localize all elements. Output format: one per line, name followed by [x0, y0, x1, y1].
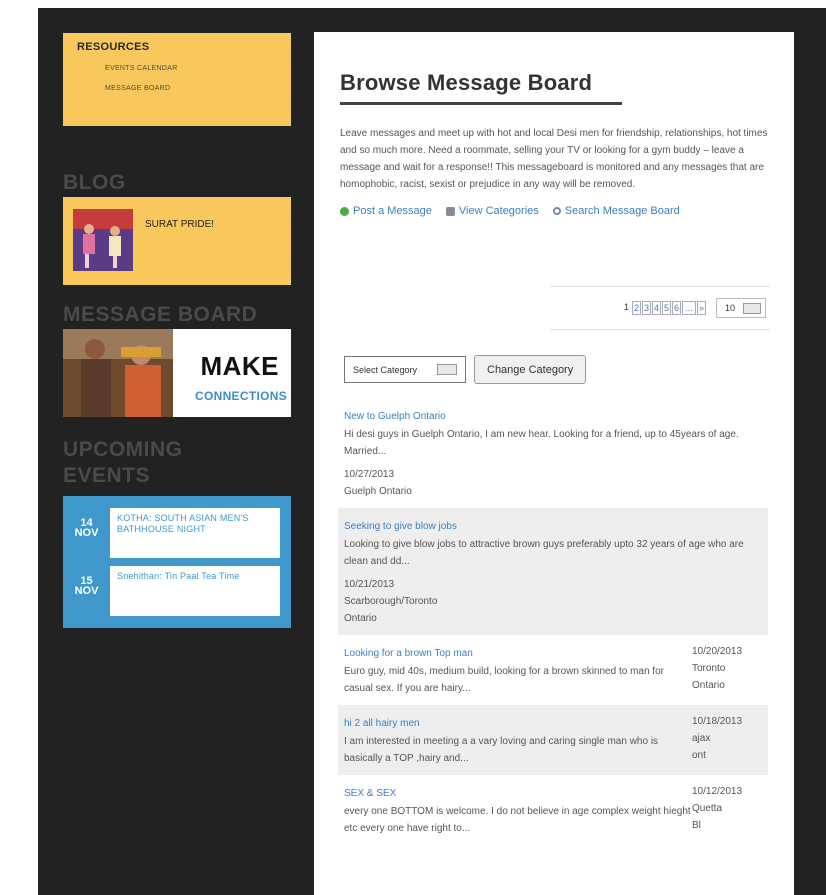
message-meta: 10/20/2013 Toronto Ontario: [692, 643, 762, 697]
intro-text: Leave messages and meet up with hot and …: [340, 128, 768, 190]
message-meta: 10/27/2013 Guelph Ontario: [344, 466, 762, 500]
message-meta: 10/21/2013 Scarborough/Toronto Ontario: [344, 576, 762, 627]
page-next[interactable]: »: [697, 301, 706, 315]
message-title[interactable]: New to Guelph Ontario: [344, 411, 446, 422]
message-location: Quetta: [692, 803, 723, 814]
message-location: ajax: [692, 733, 711, 744]
message-date: 10/12/2013: [692, 786, 743, 797]
blog-post-link[interactable]: SURAT PRIDE!: [145, 219, 214, 230]
message-board-heading: MESSAGE BOARD: [63, 303, 258, 326]
message-title[interactable]: SEX & SEX: [344, 788, 396, 799]
page-6[interactable]: 6: [672, 301, 681, 315]
message-date: 10/20/2013: [692, 646, 743, 657]
message-item: SEX & SEX every one BOTTOM is welcome. I…: [338, 775, 768, 845]
page-5[interactable]: 5: [662, 301, 671, 315]
message-region: Ontario: [692, 680, 725, 691]
message-excerpt: every one BOTTOM is welcome. I do not be…: [344, 806, 691, 834]
event-month: NOV: [74, 585, 99, 597]
title-underline: [340, 102, 622, 105]
search-icon: [552, 207, 561, 215]
per-page-value: 10: [725, 303, 736, 313]
upcoming-events-heading: UPCOMING EVENTS: [63, 437, 291, 489]
message-main: SEX & SEX every one BOTTOM is welcome. I…: [344, 783, 692, 837]
search-board-label: Search Message Board: [564, 205, 680, 217]
sidebar: RESOURCES EVENTS CALENDAR MESSAGE BOARD …: [63, 33, 291, 628]
message-item: hi 2 all hairy men I am interested in me…: [338, 705, 768, 775]
blog-thumbnail[interactable]: [73, 209, 133, 271]
search-board-link[interactable]: Search Message Board: [552, 205, 680, 217]
events-box: 14 NOV KOTHA: SOUTH ASIAN MEN'S BATHHOUS…: [63, 496, 291, 628]
event-month: NOV: [74, 527, 99, 539]
banner-title: MAKE: [200, 351, 279, 381]
dropdown-icon: [743, 303, 761, 314]
page-ellipsis[interactable]: ...: [682, 301, 696, 315]
message-board-link[interactable]: MESSAGE BOARD: [105, 85, 277, 92]
page-title: Browse Message Board: [340, 70, 593, 95]
message-date: 10/21/2013: [344, 579, 395, 590]
event-title[interactable]: KOTHA: SOUTH ASIAN MEN'S BATHHOUSE NIGHT: [110, 508, 280, 558]
list-icon: [445, 206, 455, 216]
events-heading-line-2: EVENTS: [63, 464, 151, 487]
events-heading-line-1: UPCOMING: [63, 438, 183, 461]
message-title[interactable]: Seeking to give blow jobs: [344, 521, 457, 532]
message-region: ont: [692, 750, 706, 761]
resources-box: RESOURCES EVENTS CALENDAR MESSAGE BOARD: [63, 33, 291, 126]
view-categories-link[interactable]: View Categories: [445, 205, 539, 217]
message-item: Looking for a brown Top man Euro guy, mi…: [338, 635, 768, 705]
event-item[interactable]: 15 NOV Snehithan: Tin Paal Tea Time: [63, 566, 281, 616]
message-date: 10/18/2013: [692, 716, 743, 727]
per-page-select[interactable]: 10: [716, 298, 766, 318]
event-item[interactable]: 14 NOV KOTHA: SOUTH ASIAN MEN'S BATHHOUS…: [63, 508, 281, 558]
message-excerpt: I am interested in meeting a a vary lovi…: [344, 736, 659, 764]
view-categories-label: View Categories: [458, 205, 539, 217]
banner-photo: [63, 329, 173, 417]
dropdown-icon: [437, 364, 457, 375]
resources-title: RESOURCES: [77, 41, 150, 53]
message-title[interactable]: Looking for a brown Top man: [344, 648, 473, 659]
pagination-bar: 1 2 3 4 5 6 ... » 10: [550, 286, 770, 330]
plus-circle-icon: [340, 206, 349, 216]
message-title[interactable]: hi 2 all hairy men: [344, 718, 420, 729]
page-1[interactable]: 1: [622, 301, 631, 315]
board-actions: Post a Message View Categories Search Me…: [340, 205, 770, 217]
message-item: Seeking to give blow jobs Looking to giv…: [338, 508, 768, 635]
message-excerpt: Looking to give blow jobs to attractive …: [344, 539, 744, 567]
message-excerpt: Hi desi guys in Guelph Ontario, I am new…: [344, 429, 739, 457]
post-message-link[interactable]: Post a Message: [340, 205, 432, 217]
message-meta: 10/12/2013 Quetta Bl: [692, 783, 762, 837]
event-title[interactable]: Snehithan: Tin Paal Tea Time: [110, 566, 280, 616]
blog-heading: BLOG: [63, 171, 126, 194]
message-meta: 10/18/2013 ajax ont: [692, 713, 762, 767]
message-region: Bl: [692, 820, 701, 831]
message-location: Toronto: [692, 663, 726, 674]
message-date: 10/27/2013: [344, 469, 395, 480]
message-list: New to Guelph Ontario Hi desi guys in Gu…: [338, 398, 768, 845]
page-3[interactable]: 3: [642, 301, 651, 315]
make-connections-banner[interactable]: MAKE CONNECTIONS: [63, 329, 291, 417]
message-region: Ontario: [344, 613, 377, 624]
blog-box: SURAT PRIDE!: [63, 197, 291, 285]
main-content: Browse Message Board Leave messages and …: [314, 32, 794, 895]
message-location: Scarborough/Toronto: [344, 596, 438, 607]
message-main: Looking for a brown Top man Euro guy, mi…: [344, 643, 692, 697]
message-main: hi 2 all hairy men I am interested in me…: [344, 713, 692, 767]
category-select-label: Select Category: [353, 364, 418, 375]
events-calendar-link[interactable]: EVENTS CALENDAR: [105, 65, 277, 72]
category-filter: Select Category Change Category: [344, 355, 587, 384]
message-item: New to Guelph Ontario Hi desi guys in Gu…: [338, 398, 768, 508]
message-location: Guelph Ontario: [344, 486, 412, 497]
banner-subtitle: CONNECTIONS: [195, 389, 287, 403]
event-date: 15 NOV: [63, 566, 110, 597]
category-select[interactable]: Select Category: [344, 356, 466, 383]
message-excerpt: Euro guy, mid 40s, medium build, looking…: [344, 666, 664, 694]
change-category-button[interactable]: Change Category: [474, 355, 587, 384]
page-2[interactable]: 2: [632, 301, 641, 315]
page-4[interactable]: 4: [652, 301, 661, 315]
post-message-label: Post a Message: [353, 205, 432, 217]
event-date: 14 NOV: [63, 508, 110, 539]
pagination: 1 2 3 4 5 6 ... »: [621, 301, 706, 315]
